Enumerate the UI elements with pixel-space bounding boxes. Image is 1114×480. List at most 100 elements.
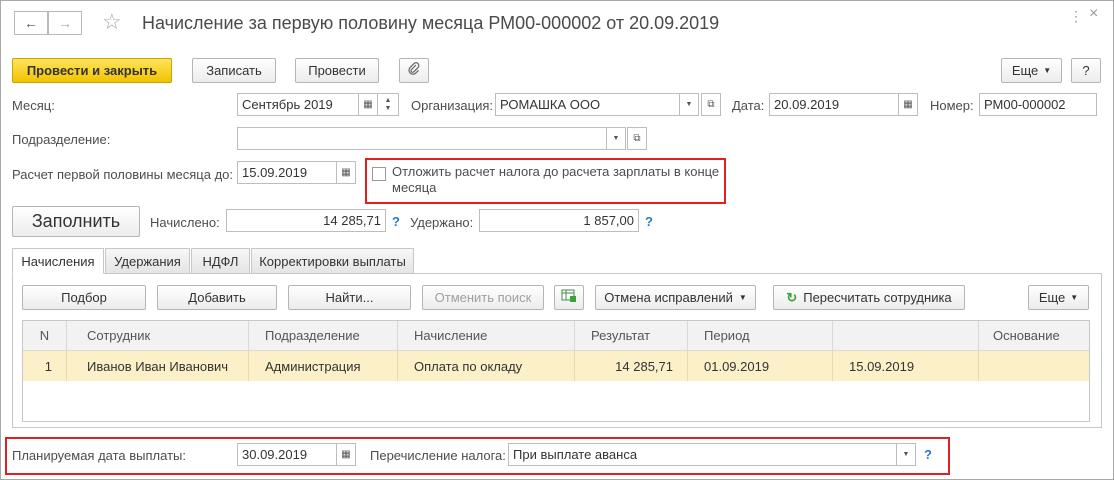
favorite-star-icon[interactable]: ☆: [102, 9, 122, 35]
calendar-icon: ▦: [341, 167, 351, 178]
table-settings-button[interactable]: [554, 285, 584, 310]
chevron-down-icon: ▼: [738, 293, 747, 302]
column-header[interactable]: Основание: [979, 321, 1089, 351]
back-button[interactable]: ←: [14, 11, 48, 35]
pay-date-calendar-button[interactable]: ▦: [336, 443, 356, 466]
pay-date-input[interactable]: 30.09.2019: [237, 443, 337, 466]
month-spinner[interactable]: ▲ ▼: [377, 93, 399, 116]
tab-accruals[interactable]: Начисления: [12, 248, 104, 274]
pay-date-label: Планируемая дата выплаты:: [12, 448, 186, 463]
window-menu-icon[interactable]: ⋮: [1069, 8, 1083, 25]
spin-up-icon: ▲: [384, 96, 392, 104]
help-button[interactable]: ?: [1071, 58, 1101, 83]
organization-label: Организация:: [411, 98, 494, 113]
more-button[interactable]: Еще ▼: [1001, 58, 1062, 83]
column-header[interactable]: Результат: [575, 321, 688, 351]
division-open-button[interactable]: ⧉: [627, 127, 647, 150]
calc-until-input[interactable]: 15.09.2019: [237, 161, 337, 184]
more-label: Еще: [1011, 63, 1039, 78]
refresh-icon: ↻: [786, 289, 798, 305]
calc-until-calendar-button[interactable]: ▦: [336, 161, 356, 184]
column-header[interactable]: Подразделение: [249, 321, 398, 351]
arrow-left-icon: ←: [24, 15, 38, 31]
tax-transfer-dropdown[interactable]: ▼: [896, 443, 916, 466]
number-label: Номер:: [930, 98, 974, 113]
column-header[interactable]: N: [23, 321, 67, 351]
chevron-down-icon: ▼: [685, 101, 693, 108]
organization-input[interactable]: РОМАШКА ООО: [495, 93, 680, 116]
withheld-value: 1 857,00: [479, 209, 639, 232]
postpone-tax-label: Отложить расчет налога до расчета зарпла…: [392, 164, 720, 195]
date-calendar-button[interactable]: ▦: [898, 93, 918, 116]
post-button[interactable]: Провести: [295, 58, 379, 83]
column-header[interactable]: Период: [688, 321, 833, 351]
organization-dropdown[interactable]: ▼: [679, 93, 699, 116]
table-row[interactable]: 1 Иванов Иван Иванович Администрация Опл…: [23, 351, 1089, 381]
accrued-value: 14 285,71: [226, 209, 386, 232]
cancel-corrections-button[interactable]: Отмена исправлений ▼: [595, 285, 756, 310]
open-link-icon: ⧉: [633, 133, 641, 144]
page-title: Начисление за первую половину месяца РМ0…: [142, 13, 720, 33]
calendar-icon: ▦: [363, 99, 373, 110]
calendar-icon: ▦: [903, 99, 913, 110]
division-dropdown[interactable]: ▼: [606, 127, 626, 150]
attachments-button[interactable]: [399, 58, 429, 83]
tab-payment-corrections[interactable]: Корректировки выплаты: [251, 248, 414, 274]
cancel-corrections-label: Отмена исправлений: [604, 290, 733, 305]
table-cell: 1: [23, 351, 67, 381]
tax-transfer-select[interactable]: При выплате аванса: [508, 443, 897, 466]
cancel-search-button[interactable]: Отменить поиск: [422, 285, 544, 310]
tab-deductions[interactable]: Удержания: [105, 248, 190, 274]
withheld-label: Удержано:: [410, 215, 474, 230]
find-button[interactable]: Найти...: [288, 285, 411, 310]
date-input[interactable]: 20.09.2019: [769, 93, 899, 116]
recalculate-employee-label: Пересчитать сотрудника: [803, 290, 952, 305]
save-button[interactable]: Записать: [192, 58, 276, 83]
organization-open-button[interactable]: ⧉: [701, 93, 721, 116]
spin-down-icon: ▼: [384, 104, 392, 112]
table-add-icon: [561, 289, 577, 306]
month-label: Месяц:: [12, 98, 55, 113]
chevron-down-icon: ▼: [1070, 293, 1079, 302]
accrued-help-icon[interactable]: ?: [392, 214, 400, 229]
column-header[interactable]: Начисление: [398, 321, 575, 351]
division-label: Подразделение:: [12, 132, 111, 147]
recalculate-employee-button[interactable]: ↻ Пересчитать сотрудника: [773, 285, 965, 310]
column-header[interactable]: Сотрудник: [67, 321, 249, 351]
tax-transfer-label: Перечисление налога:: [370, 448, 506, 463]
calendar-icon: ▦: [341, 449, 351, 460]
forward-button[interactable]: →: [48, 11, 82, 35]
close-icon[interactable]: ×: [1089, 5, 1098, 23]
table-cell: Администрация: [249, 351, 398, 381]
date-label: Дата:: [732, 98, 765, 113]
document-window: ← → ☆ Начисление за первую половину меся…: [0, 0, 1114, 480]
accrued-label: Начислено:: [150, 215, 220, 230]
table-cell: Иванов Иван Иванович: [67, 351, 249, 381]
calc-until-label: Расчет первой половины месяца до:: [12, 167, 233, 182]
division-input[interactable]: [237, 127, 607, 150]
chevron-down-icon: ▼: [612, 135, 620, 142]
paperclip-icon: [407, 62, 421, 79]
select-button[interactable]: Подбор: [22, 285, 146, 310]
table-cell: 15.09.2019: [833, 351, 979, 381]
add-button[interactable]: Добавить: [157, 285, 277, 310]
table-header: N Сотрудник Подразделение Начисление Рез…: [23, 321, 1089, 351]
tax-transfer-help-icon[interactable]: ?: [924, 447, 932, 462]
table-cell: [979, 351, 1089, 381]
post-and-close-button[interactable]: Провести и закрыть: [12, 58, 172, 83]
table-cell: Оплата по окладу: [398, 351, 575, 381]
tab-ndfl[interactable]: НДФЛ: [191, 248, 250, 274]
month-input[interactable]: Сентябрь 2019: [237, 93, 359, 116]
withheld-help-icon[interactable]: ?: [645, 214, 653, 229]
table-cell: 14 285,71: [575, 351, 688, 381]
chevron-down-icon: ▼: [1043, 66, 1052, 75]
accruals-table: N Сотрудник Подразделение Начисление Рез…: [22, 320, 1090, 422]
open-link-icon: ⧉: [707, 99, 715, 110]
chevron-down-icon: ▼: [902, 451, 910, 458]
number-input[interactable]: РМ00-000002: [979, 93, 1097, 116]
table-more-button[interactable]: Еще ▼: [1028, 285, 1089, 310]
column-header[interactable]: [833, 321, 979, 351]
fill-button[interactable]: Заполнить: [12, 206, 140, 237]
calendar-button[interactable]: ▦: [358, 93, 378, 116]
postpone-tax-checkbox[interactable]: [372, 167, 386, 181]
